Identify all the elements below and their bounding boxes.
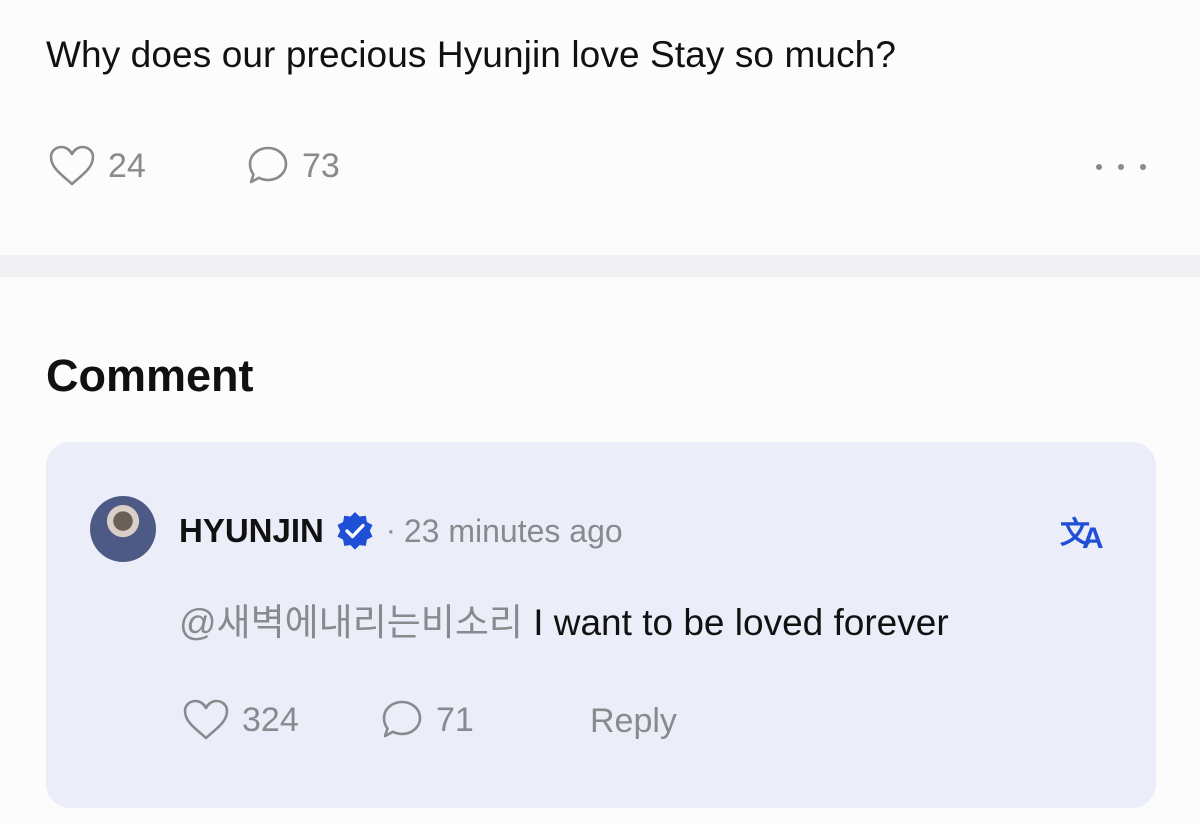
speech-bubble-icon: [248, 146, 288, 184]
comment-like-count: 324: [242, 700, 299, 739]
section-divider: [0, 255, 1200, 277]
post: Why does our precious Hyunjin love Stay …: [0, 0, 1200, 255]
reply-button[interactable]: Reply: [590, 702, 677, 741]
post-like-button[interactable]: 24: [48, 144, 146, 188]
verified-badge-icon: [337, 512, 373, 550]
post-comment-button[interactable]: 73: [246, 144, 340, 188]
avatar[interactable]: [90, 496, 156, 562]
more-dots-icon[interactable]: [1096, 152, 1146, 182]
comment-section-title: Comment: [46, 350, 254, 401]
post-text: Why does our precious Hyunjin love Stay …: [46, 34, 897, 75]
comment-author-row: HYUNJIN · 23 minutes ago: [179, 510, 623, 552]
comment-reply-count: 71: [436, 700, 474, 739]
page: Why does our precious Hyunjin love Stay …: [0, 0, 1200, 823]
translate-icon[interactable]: 文A: [1060, 512, 1106, 556]
comment-card: HYUNJIN · 23 minutes ago 文A @새벽에내리는비소리 I…: [46, 442, 1156, 808]
comment-author-name[interactable]: HYUNJIN: [179, 512, 324, 550]
comment-mention[interactable]: @새벽에내리는비소리: [179, 602, 523, 643]
comment-like-button[interactable]: 324: [182, 698, 299, 742]
post-comment-count: 73: [302, 146, 340, 185]
speech-bubble-icon: [382, 700, 422, 738]
comment-text: @새벽에내리는비소리 I want to be loved forever: [179, 592, 949, 646]
heart-icon: [49, 145, 95, 186]
comment-timestamp: 23 minutes ago: [403, 512, 623, 549]
meta-separator: ·: [385, 514, 396, 547]
comment-body: I want to be loved forever: [533, 602, 949, 643]
heart-icon: [183, 699, 229, 740]
comment-reply-count-button[interactable]: 71: [380, 698, 474, 742]
post-like-count: 24: [108, 146, 146, 185]
